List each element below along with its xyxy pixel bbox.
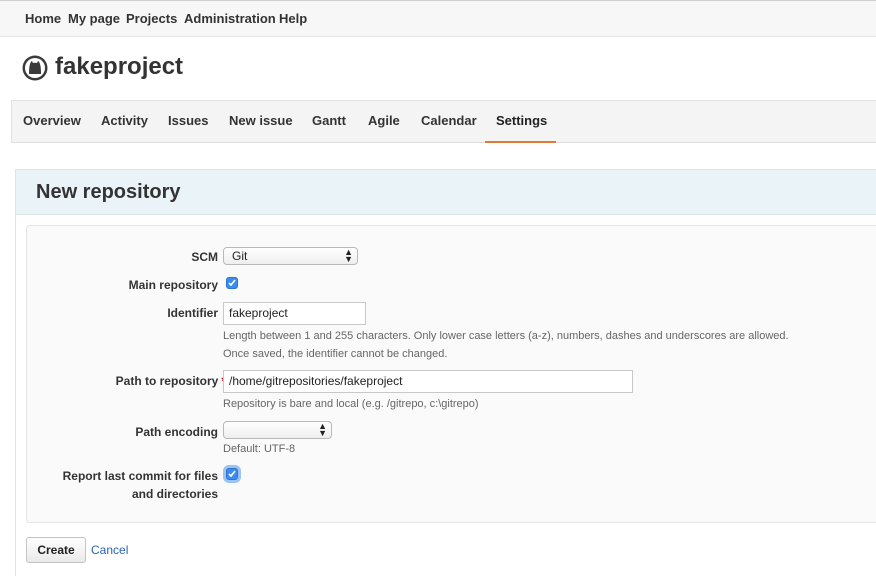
tab-issues[interactable]: Issues: [168, 101, 208, 143]
panel-header: New repository: [16, 170, 876, 215]
top-menu-home[interactable]: Home: [25, 11, 61, 26]
tab-calendar[interactable]: Calendar: [421, 101, 477, 143]
select-arrows-icon: ▲ ▼: [318, 421, 327, 438]
create-button[interactable]: Create: [26, 537, 86, 563]
main-repository-checkbox[interactable]: [226, 277, 238, 289]
top-menu: Home My page Projects Administration Hel…: [0, 0, 876, 37]
identifier-label: Identifier: [167, 306, 218, 320]
path-label: Path to repository*: [116, 374, 226, 388]
tab-new-issue[interactable]: New issue: [229, 101, 293, 143]
path-encoding-hint: Default: UTF-8: [223, 443, 296, 455]
tab-agile[interactable]: Agile: [368, 101, 400, 143]
scm-label: SCM: [191, 250, 218, 264]
report-last-commit-checkbox[interactable]: [226, 468, 238, 480]
identifier-input[interactable]: fakeproject: [223, 302, 366, 325]
tab-gantt[interactable]: Gantt: [312, 101, 346, 143]
path-input[interactable]: /home/gitrepositories/fakeproject: [223, 370, 633, 393]
path-encoding-select[interactable]: ▲ ▼: [223, 421, 332, 439]
top-menu-my-page[interactable]: My page: [68, 11, 120, 26]
scm-select[interactable]: Git ▲ ▼: [223, 247, 358, 265]
identifier-hint-length: Length between 1 and 255 characters. Onl…: [223, 330, 789, 342]
tab-activity[interactable]: Activity: [101, 101, 148, 143]
octocat-logo-icon: [22, 55, 48, 81]
top-menu-administration[interactable]: Administration: [184, 11, 276, 26]
path-encoding-label: Path encoding: [135, 425, 218, 439]
active-tab-indicator: [485, 141, 556, 143]
checkmark-icon: [228, 279, 236, 287]
tab-settings[interactable]: Settings: [496, 101, 547, 143]
top-menu-projects[interactable]: Projects: [126, 11, 177, 26]
path-hint: Repository is bare and local (e.g. /gitr…: [223, 398, 479, 410]
page-title: New repository: [36, 181, 181, 203]
cancel-link[interactable]: Cancel: [91, 543, 128, 557]
path-label-text: Path to repository: [115, 374, 219, 388]
tab-overview[interactable]: Overview: [23, 101, 81, 143]
identifier-hint-immutable: Once saved, the identifier cannot be cha…: [223, 348, 448, 360]
report-last-commit-label-line2: and directories: [131, 487, 218, 501]
project-title: fakeproject: [55, 53, 184, 80]
main-repository-label: Main repository: [128, 278, 218, 292]
top-menu-help[interactable]: Help: [279, 11, 307, 26]
checkmark-icon: [228, 470, 236, 478]
report-last-commit-label-line1: Report last commit for files: [62, 469, 218, 483]
scm-select-value: Git: [232, 249, 248, 263]
select-arrows-icon: ▲ ▼: [344, 247, 353, 264]
project-tabs: Overview Activity Issues New issue Gantt…: [11, 100, 876, 143]
